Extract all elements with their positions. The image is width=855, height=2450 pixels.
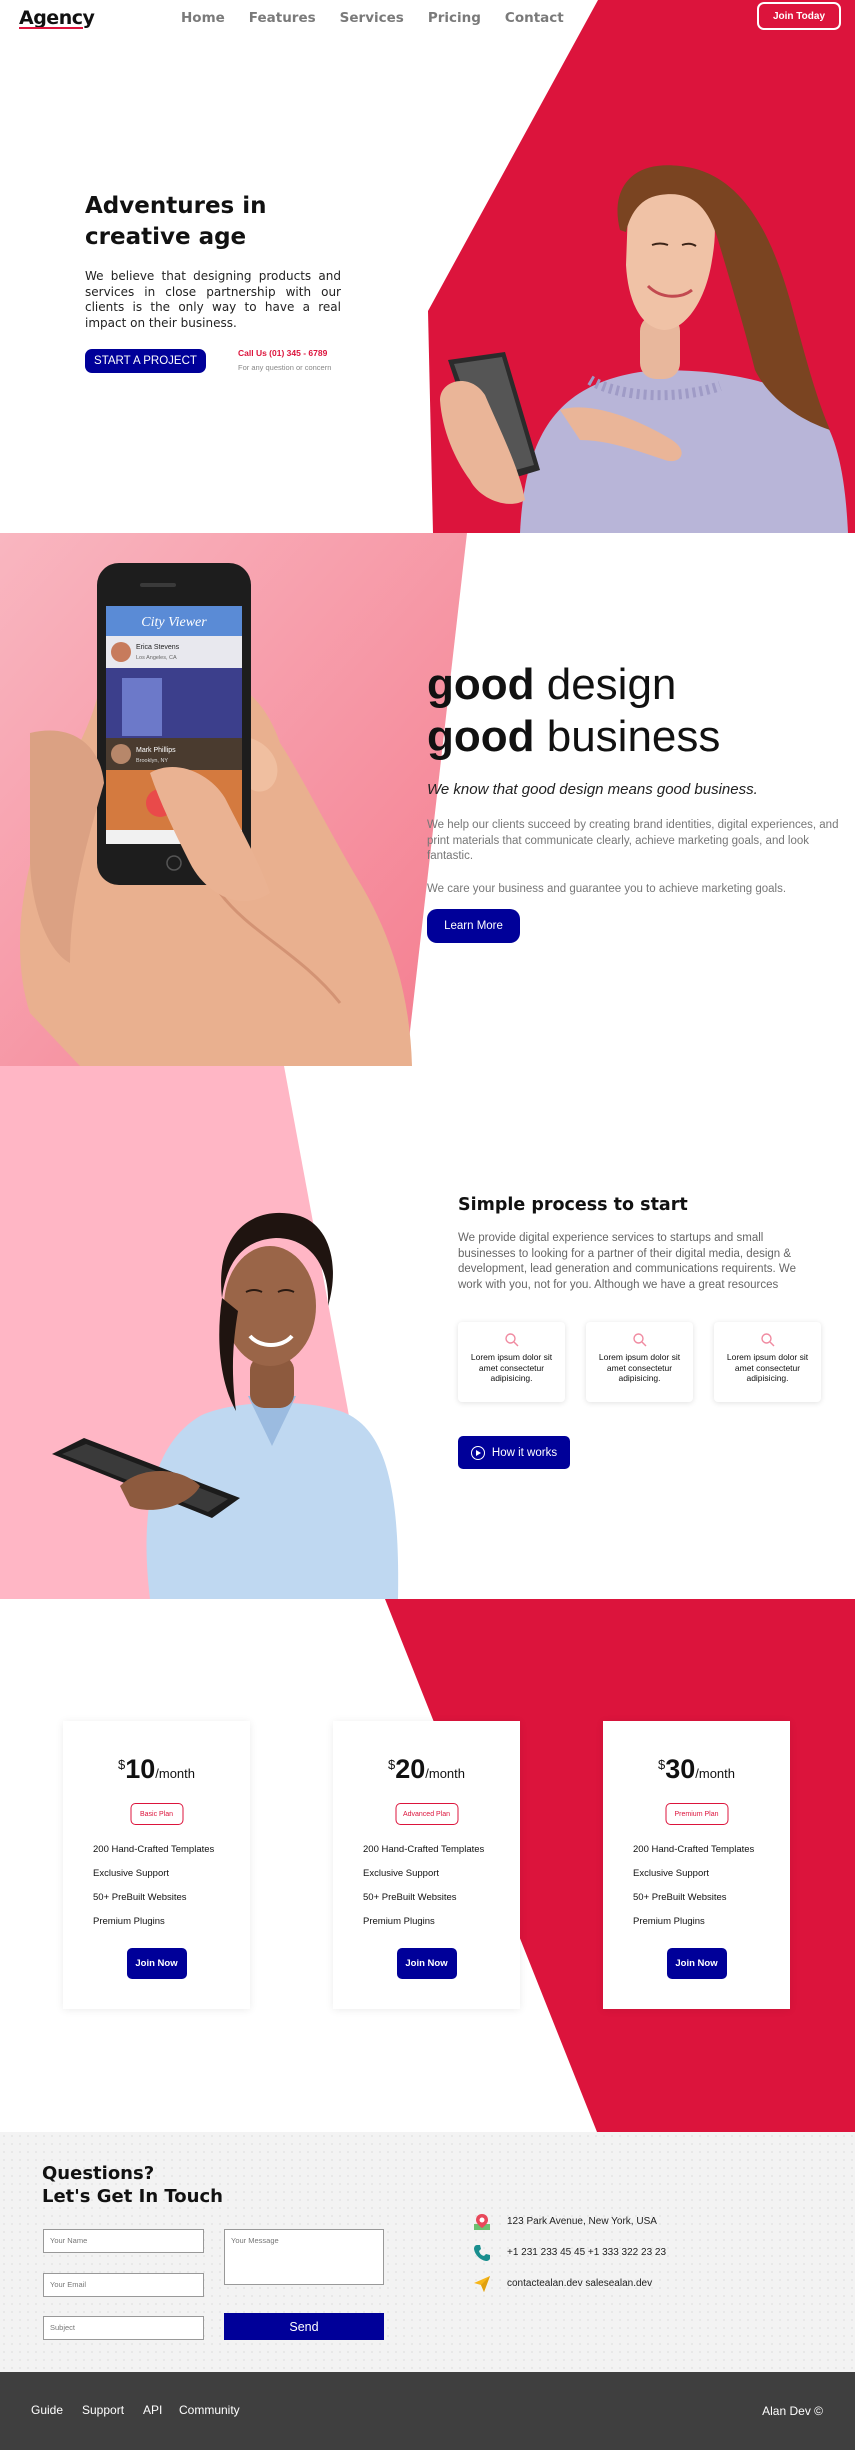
main-nav: Home Features Services Pricing Contact — [181, 10, 588, 26]
join-now-button-advanced[interactable]: Join Now — [396, 1948, 457, 1979]
phone-app-title: City Viewer — [141, 615, 207, 630]
start-project-button[interactable]: START A PROJECT — [85, 349, 206, 373]
how-it-works-label: How it works — [491, 1446, 558, 1459]
footer-link-guide[interactable]: Guide — [31, 2403, 63, 2417]
footer-link-api[interactable]: API — [143, 2403, 162, 2417]
design-tagline: We know that good design means good busi… — [427, 781, 758, 798]
footer-link-support[interactable]: Support — [82, 2403, 124, 2417]
join-now-button-basic[interactable]: Join Now — [126, 1948, 187, 1979]
footer-credit: Alan Dev © — [762, 2404, 823, 2418]
plan-badge-advanced: Advanced Plan — [395, 1803, 458, 1825]
call-us-link[interactable]: Call Us (01) 345 - 6789 — [238, 348, 327, 358]
contact-section: Questions? Let's Get In Touch Your Name … — [0, 2132, 855, 2372]
feature-item: 200 Hand-Crafted Templates — [633, 1844, 755, 1855]
process-card-3-text: Lorem ipsum dolor sit amet consectetur a… — [726, 1352, 809, 1383]
process-card-2-text: Lorem ipsum dolor sit amet consectetur a… — [598, 1352, 681, 1383]
process-title: Simple process to start — [458, 1195, 688, 1215]
location-pin-icon — [474, 2214, 490, 2230]
nav-contact[interactable]: Contact — [505, 10, 564, 26]
pricing-card-advanced: $20/month Advanced Plan 200 Hand-Crafted… — [333, 1721, 520, 2009]
contact-title: Questions? Let's Get In Touch — [42, 2162, 223, 2208]
process-description: We provide digital experience services t… — [458, 1232, 796, 1291]
process-card-3: Lorem ipsum dolor sit amet consectetur a… — [714, 1322, 821, 1402]
feature-item: 200 Hand-Crafted Templates — [93, 1844, 215, 1855]
process-card-2: Lorem ipsum dolor sit amet consectetur a… — [586, 1322, 693, 1402]
hero-section: Agency Home Features Services Pricing Co… — [0, 0, 855, 533]
join-now-button-premium[interactable]: Join Now — [666, 1948, 727, 1979]
phone-app-user1-location: Los Angeles, CA — [136, 655, 177, 661]
design-pink-shape: City Viewer Erica Stevens Los Angeles, C… — [0, 533, 467, 1066]
feature-item: Exclusive Support — [93, 1868, 170, 1879]
paper-plane-icon — [474, 2276, 490, 2292]
message-field[interactable]: Your Message — [224, 2229, 384, 2285]
contact-address: 123 Park Avenue, New York, USA — [507, 2216, 657, 2227]
phone-app-user2: Mark Phillips — [136, 747, 176, 754]
price-premium: $30/month — [657, 1754, 736, 1784]
hero-title-line1: Adventures in — [85, 193, 267, 219]
contact-title-line2: Let's Get In Touch — [42, 2186, 223, 2207]
design-paragraph-2: We care your business and guarantee you … — [427, 883, 787, 895]
nav-pricing[interactable]: Pricing — [428, 10, 481, 26]
contact-title-line1: Questions? — [42, 2163, 155, 2184]
search-icon — [632, 1333, 646, 1347]
logo[interactable]: Agency — [19, 7, 95, 29]
email-field[interactable]: Your Email — [43, 2273, 204, 2297]
feature-item: Exclusive Support — [363, 1868, 440, 1879]
footer-link-community[interactable]: Community — [179, 2403, 240, 2417]
play-icon — [470, 1445, 485, 1460]
search-icon — [760, 1333, 774, 1347]
phone-app-user1: Erica Stevens — [136, 644, 180, 651]
feature-item: 50+ PreBuilt Websites — [93, 1892, 187, 1903]
feature-item: 50+ PreBuilt Websites — [633, 1892, 727, 1903]
learn-more-button[interactable]: Learn More — [427, 909, 520, 943]
contact-email: contactealan.dev salesealan.dev — [507, 2278, 653, 2289]
footer — [0, 2372, 855, 2450]
heading-good-business: good business — [427, 712, 721, 761]
design-paragraph-1: We help our clients succeed by creating … — [427, 819, 839, 862]
feature-item: Exclusive Support — [633, 1868, 710, 1879]
hero-title-line2: creative age — [85, 224, 247, 250]
send-button[interactable]: Send — [224, 2313, 384, 2340]
pricing-card-premium: $30/month Premium Plan 200 Hand-Crafted … — [603, 1721, 790, 2009]
process-card-1-text: Lorem ipsum dolor sit amet consectetur a… — [470, 1352, 553, 1383]
price-advanced: $20/month — [387, 1754, 466, 1784]
feature-item: Premium Plugins — [93, 1916, 165, 1927]
hero-description: We believe that designing products and s… — [85, 269, 341, 330]
nav-services[interactable]: Services — [340, 10, 404, 26]
hero-red-shape — [428, 0, 855, 533]
feature-item: 50+ PreBuilt Websites — [363, 1892, 457, 1903]
plan-badge-basic: Basic Plan — [130, 1803, 183, 1825]
pricing-card-basic: $10/month Basic Plan 200 Hand-Crafted Te… — [63, 1721, 250, 2009]
price-basic: $10/month — [117, 1754, 196, 1784]
call-note: For any question or concern — [238, 363, 332, 372]
process-section: Simple process to start We provide digit… — [0, 1066, 855, 1599]
heading-good-design: good design — [427, 660, 677, 709]
how-it-works-button[interactable]: How it works — [458, 1436, 570, 1469]
plan-badge-premium: Premium Plan — [665, 1803, 728, 1825]
nav-home[interactable]: Home — [181, 10, 225, 26]
nav-features[interactable]: Features — [249, 10, 316, 26]
name-field[interactable]: Your Name — [43, 2229, 204, 2253]
feature-item: 200 Hand-Crafted Templates — [363, 1844, 485, 1855]
search-icon — [504, 1333, 518, 1347]
pricing-section: $10/month Basic Plan 200 Hand-Crafted Te… — [0, 1599, 855, 2132]
subject-field[interactable]: Subject — [43, 2316, 204, 2340]
feature-item: Premium Plugins — [363, 1916, 435, 1927]
feature-item: Premium Plugins — [633, 1916, 705, 1927]
hero-title: Adventures in creative age — [85, 191, 345, 253]
contact-phone: +1 231 233 45 45 +1 333 322 23 23 — [507, 2247, 667, 2258]
phone-icon — [474, 2245, 490, 2261]
phone-app-user2-location: Brooklyn, NY — [136, 758, 168, 764]
design-section: City Viewer Erica Stevens Los Angeles, C… — [0, 533, 855, 1066]
process-card-1: Lorem ipsum dolor sit amet consectetur a… — [458, 1322, 565, 1402]
join-today-button[interactable]: Join Today — [757, 2, 841, 30]
logo-underline — [19, 27, 83, 29]
